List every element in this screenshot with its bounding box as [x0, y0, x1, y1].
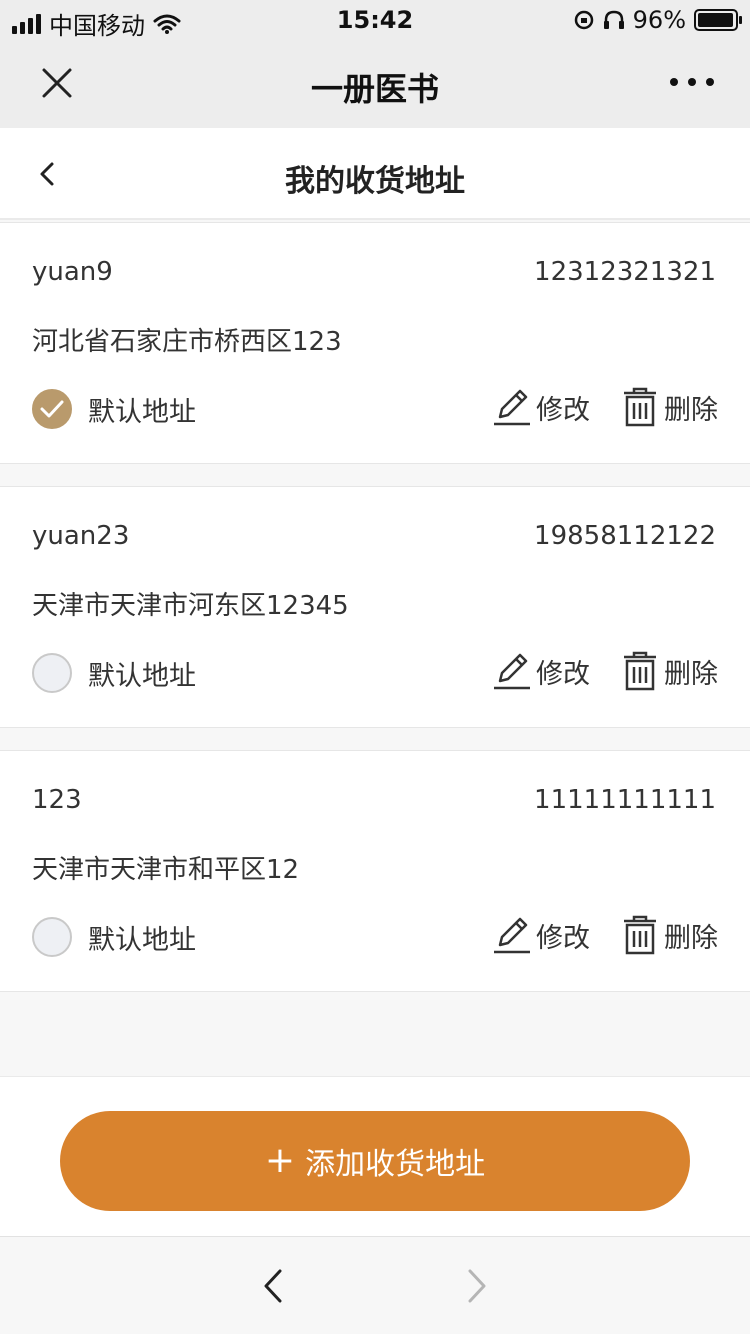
card-actions: 修改 删除 [492, 651, 718, 691]
default-radio[interactable] [32, 917, 72, 957]
edit-label: 修改 [536, 922, 590, 954]
status-right: 96% [573, 6, 742, 34]
default-label: 默认地址 [88, 924, 196, 956]
recipient-phone: 19858112122 [534, 521, 716, 551]
nav-forward-icon[interactable] [458, 1267, 492, 1305]
wechat-title: 一册医书 [310, 70, 439, 108]
edit-button[interactable]: 修改 [492, 915, 590, 955]
delete-label: 删除 [664, 658, 718, 690]
recipient-name: yuan23 [32, 521, 130, 551]
edit-icon [494, 653, 530, 690]
more-icon[interactable] [670, 72, 714, 92]
bottom-area: + 添加收货地址 [0, 1076, 750, 1236]
address-card[interactable]: 123 11111111111 天津市天津市和平区12 默认地址 修改 删除 [0, 750, 750, 992]
wechat-title-bar: 一册医书 [0, 40, 750, 128]
recipient-phone: 12312321321 [534, 257, 716, 287]
trash-icon [624, 387, 656, 427]
battery-percent: 96% [632, 6, 686, 34]
page-header: 我的收货地址 [0, 128, 750, 220]
edit-button[interactable]: 修改 [492, 651, 590, 691]
default-radio[interactable] [32, 653, 72, 693]
battery-icon [694, 9, 742, 31]
delete-button[interactable]: 删除 [620, 915, 718, 955]
default-toggle[interactable]: 默认地址 [32, 389, 196, 429]
delete-button[interactable]: 删除 [620, 651, 718, 691]
edit-icon [494, 917, 530, 954]
trash-icon [624, 651, 656, 691]
edit-button[interactable]: 修改 [492, 387, 590, 427]
trash-icon [624, 915, 656, 955]
delete-button[interactable]: 删除 [620, 387, 718, 427]
default-radio-checked[interactable] [32, 389, 72, 429]
browser-nav-bar [0, 1236, 750, 1334]
battery-fill [698, 13, 733, 27]
default-label: 默认地址 [88, 396, 196, 428]
edit-icon [494, 389, 530, 426]
default-toggle[interactable]: 默认地址 [32, 917, 196, 957]
status-bar: 中国移动 15:42 96% [0, 0, 750, 40]
delete-label: 删除 [664, 394, 718, 426]
recipient-name: yuan9 [32, 257, 113, 287]
add-address-button[interactable]: + 添加收货地址 [60, 1111, 690, 1211]
plus-icon: + [264, 1140, 296, 1181]
address-card[interactable]: yuan23 19858112122 天津市天津市河东区12345 默认地址 修… [0, 486, 750, 728]
recipient-name: 123 [32, 785, 82, 815]
delete-label: 删除 [664, 922, 718, 954]
address-text: 河北省石家庄市桥西区123 [32, 327, 342, 357]
edit-label: 修改 [536, 658, 590, 690]
address-text: 天津市天津市和平区12 [32, 855, 300, 885]
add-address-label: 添加收货地址 [305, 1147, 486, 1182]
card-actions: 修改 删除 [492, 915, 718, 955]
nav-back-icon[interactable] [258, 1267, 292, 1305]
headphones-icon [603, 10, 624, 29]
recipient-phone: 11111111111 [534, 785, 716, 815]
edit-label: 修改 [536, 394, 590, 426]
card-actions: 修改 删除 [492, 387, 718, 427]
rotation-lock-icon [574, 10, 593, 30]
address-card[interactable]: yuan9 12312321321 河北省石家庄市桥西区123 默认地址 修改 [0, 222, 750, 464]
address-text: 天津市天津市河东区12345 [32, 591, 349, 621]
default-label: 默认地址 [88, 660, 196, 692]
default-toggle[interactable]: 默认地址 [32, 653, 196, 693]
page-title: 我的收货地址 [285, 164, 465, 199]
check-icon [40, 400, 64, 418]
